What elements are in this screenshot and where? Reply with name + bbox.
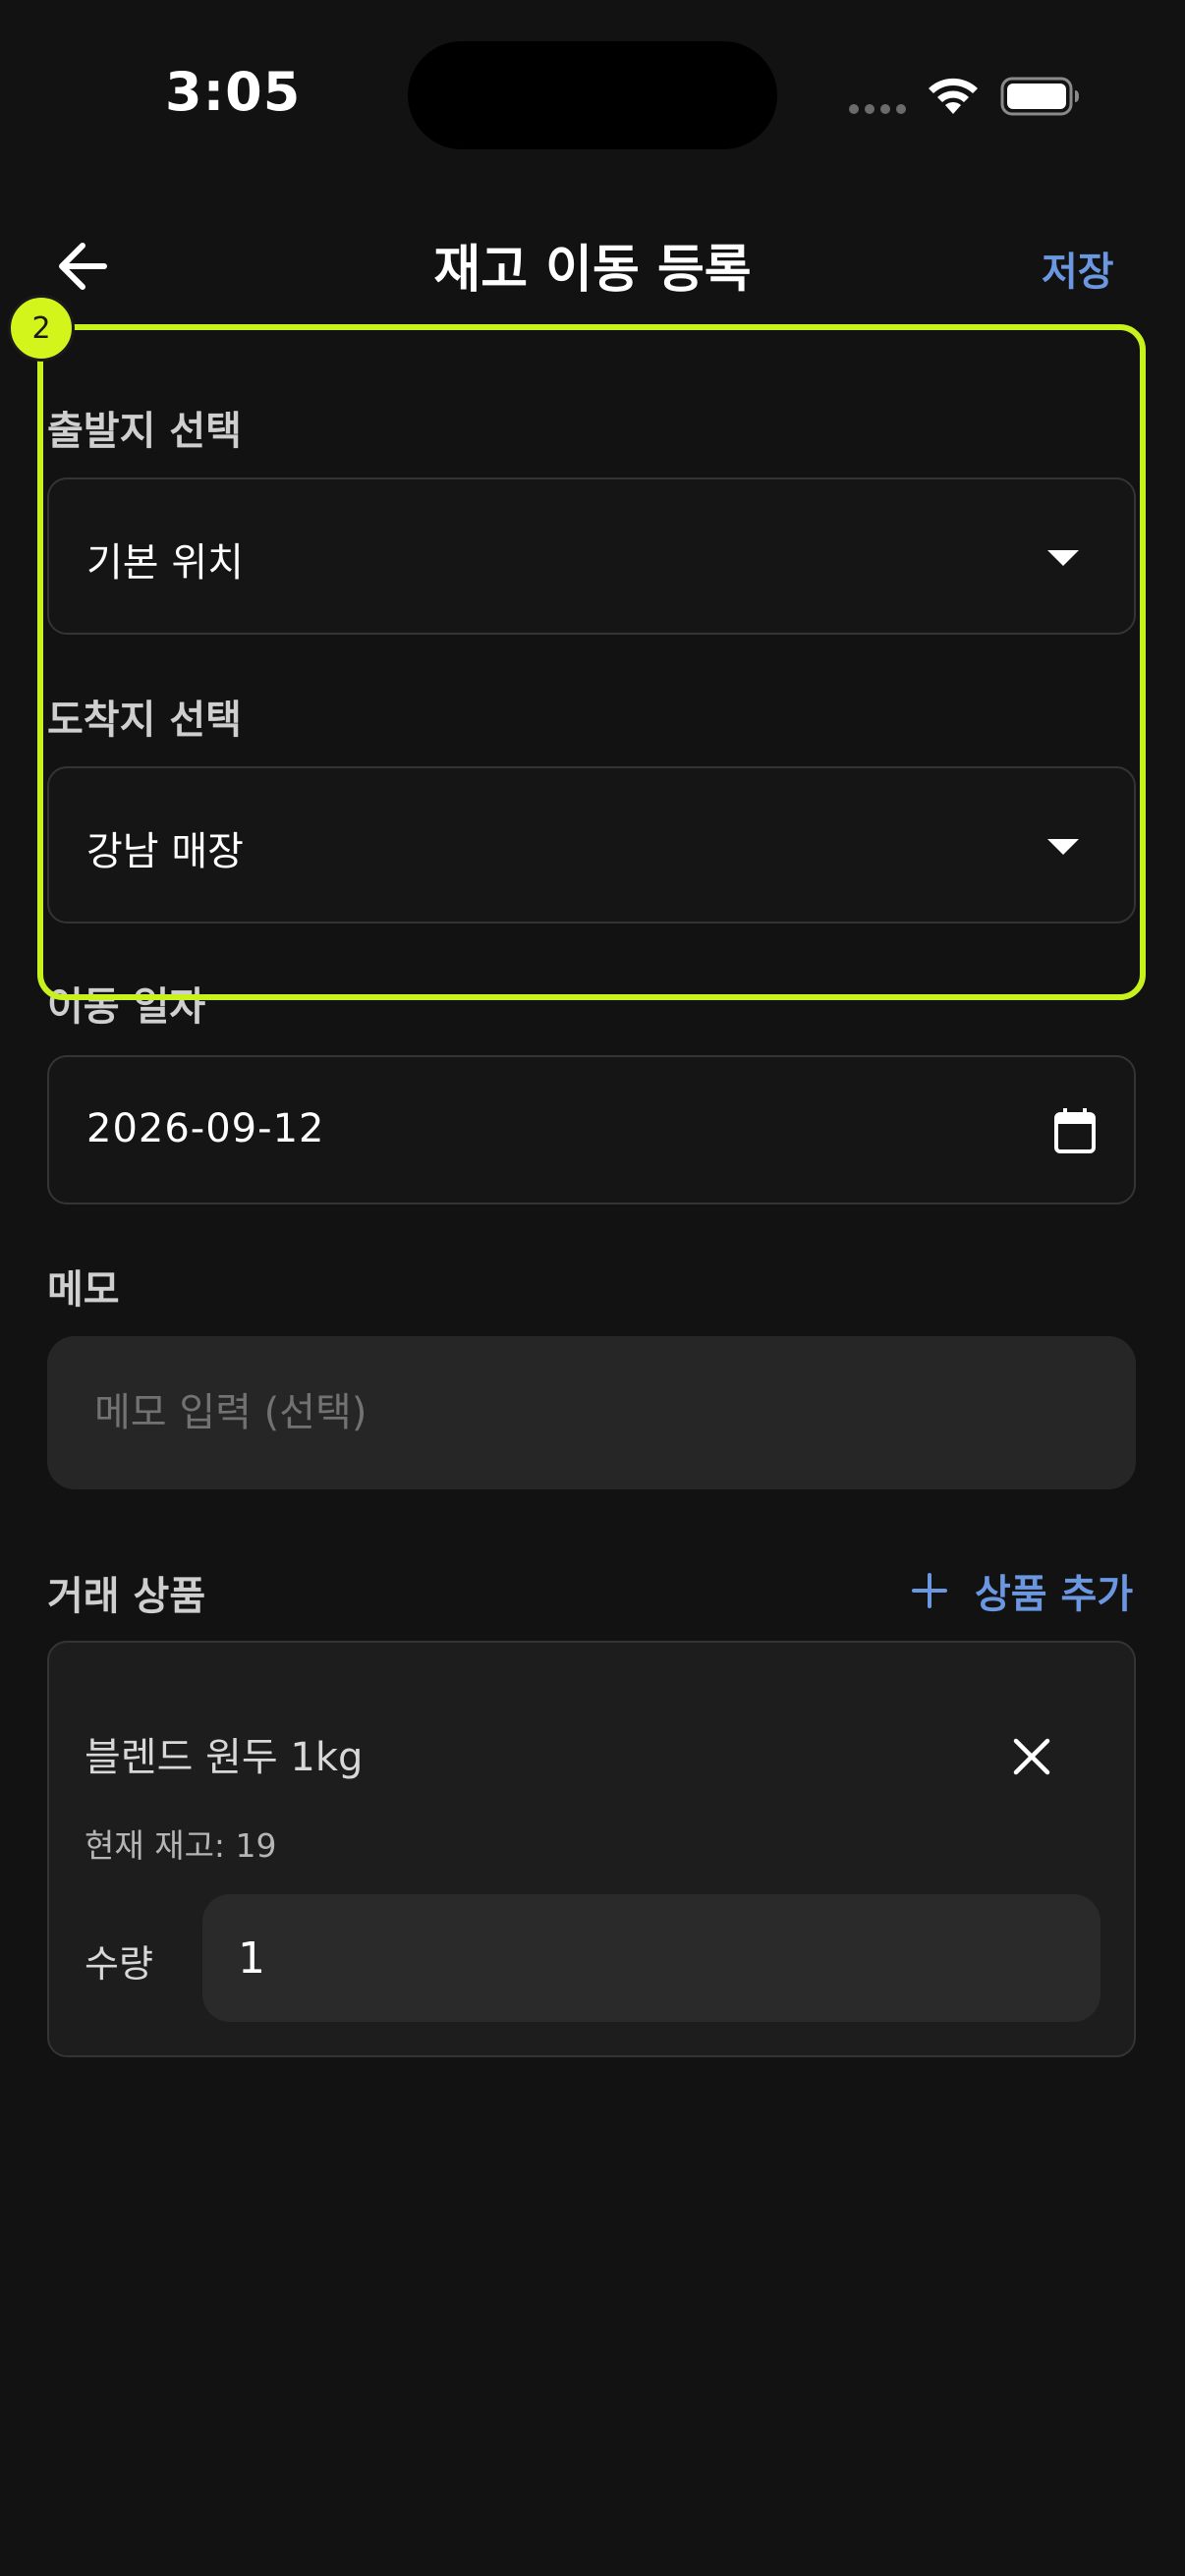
battery-icon bbox=[1000, 77, 1079, 116]
add-product-label: 상품 추가 bbox=[975, 1572, 1134, 1617]
products-section-title: 거래 상품 bbox=[47, 1574, 206, 1619]
quantity-input[interactable] bbox=[202, 1894, 1100, 2022]
quantity-label: 수량 bbox=[85, 1942, 153, 1986]
destination-select[interactable]: 강남 매장 bbox=[47, 766, 1136, 924]
destination-label: 도착지 선택 bbox=[47, 698, 242, 743]
date-value: 2026-09-12 bbox=[86, 1106, 325, 1151]
calendar-icon[interactable] bbox=[1051, 1106, 1099, 1155]
plus-icon bbox=[912, 1573, 947, 1608]
memo-input[interactable] bbox=[47, 1336, 1136, 1489]
current-stock-text: 현재 재고: 19 bbox=[85, 1826, 277, 1865]
save-button[interactable]: 저장 bbox=[1042, 240, 1114, 297]
origin-select[interactable]: 기본 위치 bbox=[47, 477, 1136, 635]
date-label: 이동 일자 bbox=[47, 984, 206, 1030]
wifi-icon bbox=[929, 78, 978, 114]
annotation-badge: 2 bbox=[8, 295, 75, 362]
dropdown-caret-icon bbox=[1047, 839, 1079, 855]
product-card: 블렌드 원두 1kg 현재 재고: 19 수량 bbox=[47, 1641, 1136, 2057]
page-title: 재고 이동 등록 bbox=[433, 241, 752, 300]
product-name: 블렌드 원두 1kg bbox=[85, 1735, 364, 1780]
origin-select-value: 기본 위치 bbox=[86, 540, 244, 586]
destination-select-value: 강남 매장 bbox=[86, 829, 244, 874]
add-product-button[interactable]: 상품 추가 bbox=[910, 1564, 1133, 1617]
close-icon[interactable] bbox=[1010, 1735, 1053, 1778]
dropdown-caret-icon bbox=[1047, 550, 1079, 566]
memo-label: 메모 bbox=[47, 1267, 120, 1313]
date-field[interactable]: 2026-09-12 bbox=[47, 1055, 1136, 1204]
origin-label: 출발지 선택 bbox=[47, 409, 242, 454]
dynamic-island bbox=[408, 41, 777, 149]
status-time: 3:05 bbox=[165, 61, 302, 123]
cellular-signal-icon bbox=[849, 102, 908, 116]
